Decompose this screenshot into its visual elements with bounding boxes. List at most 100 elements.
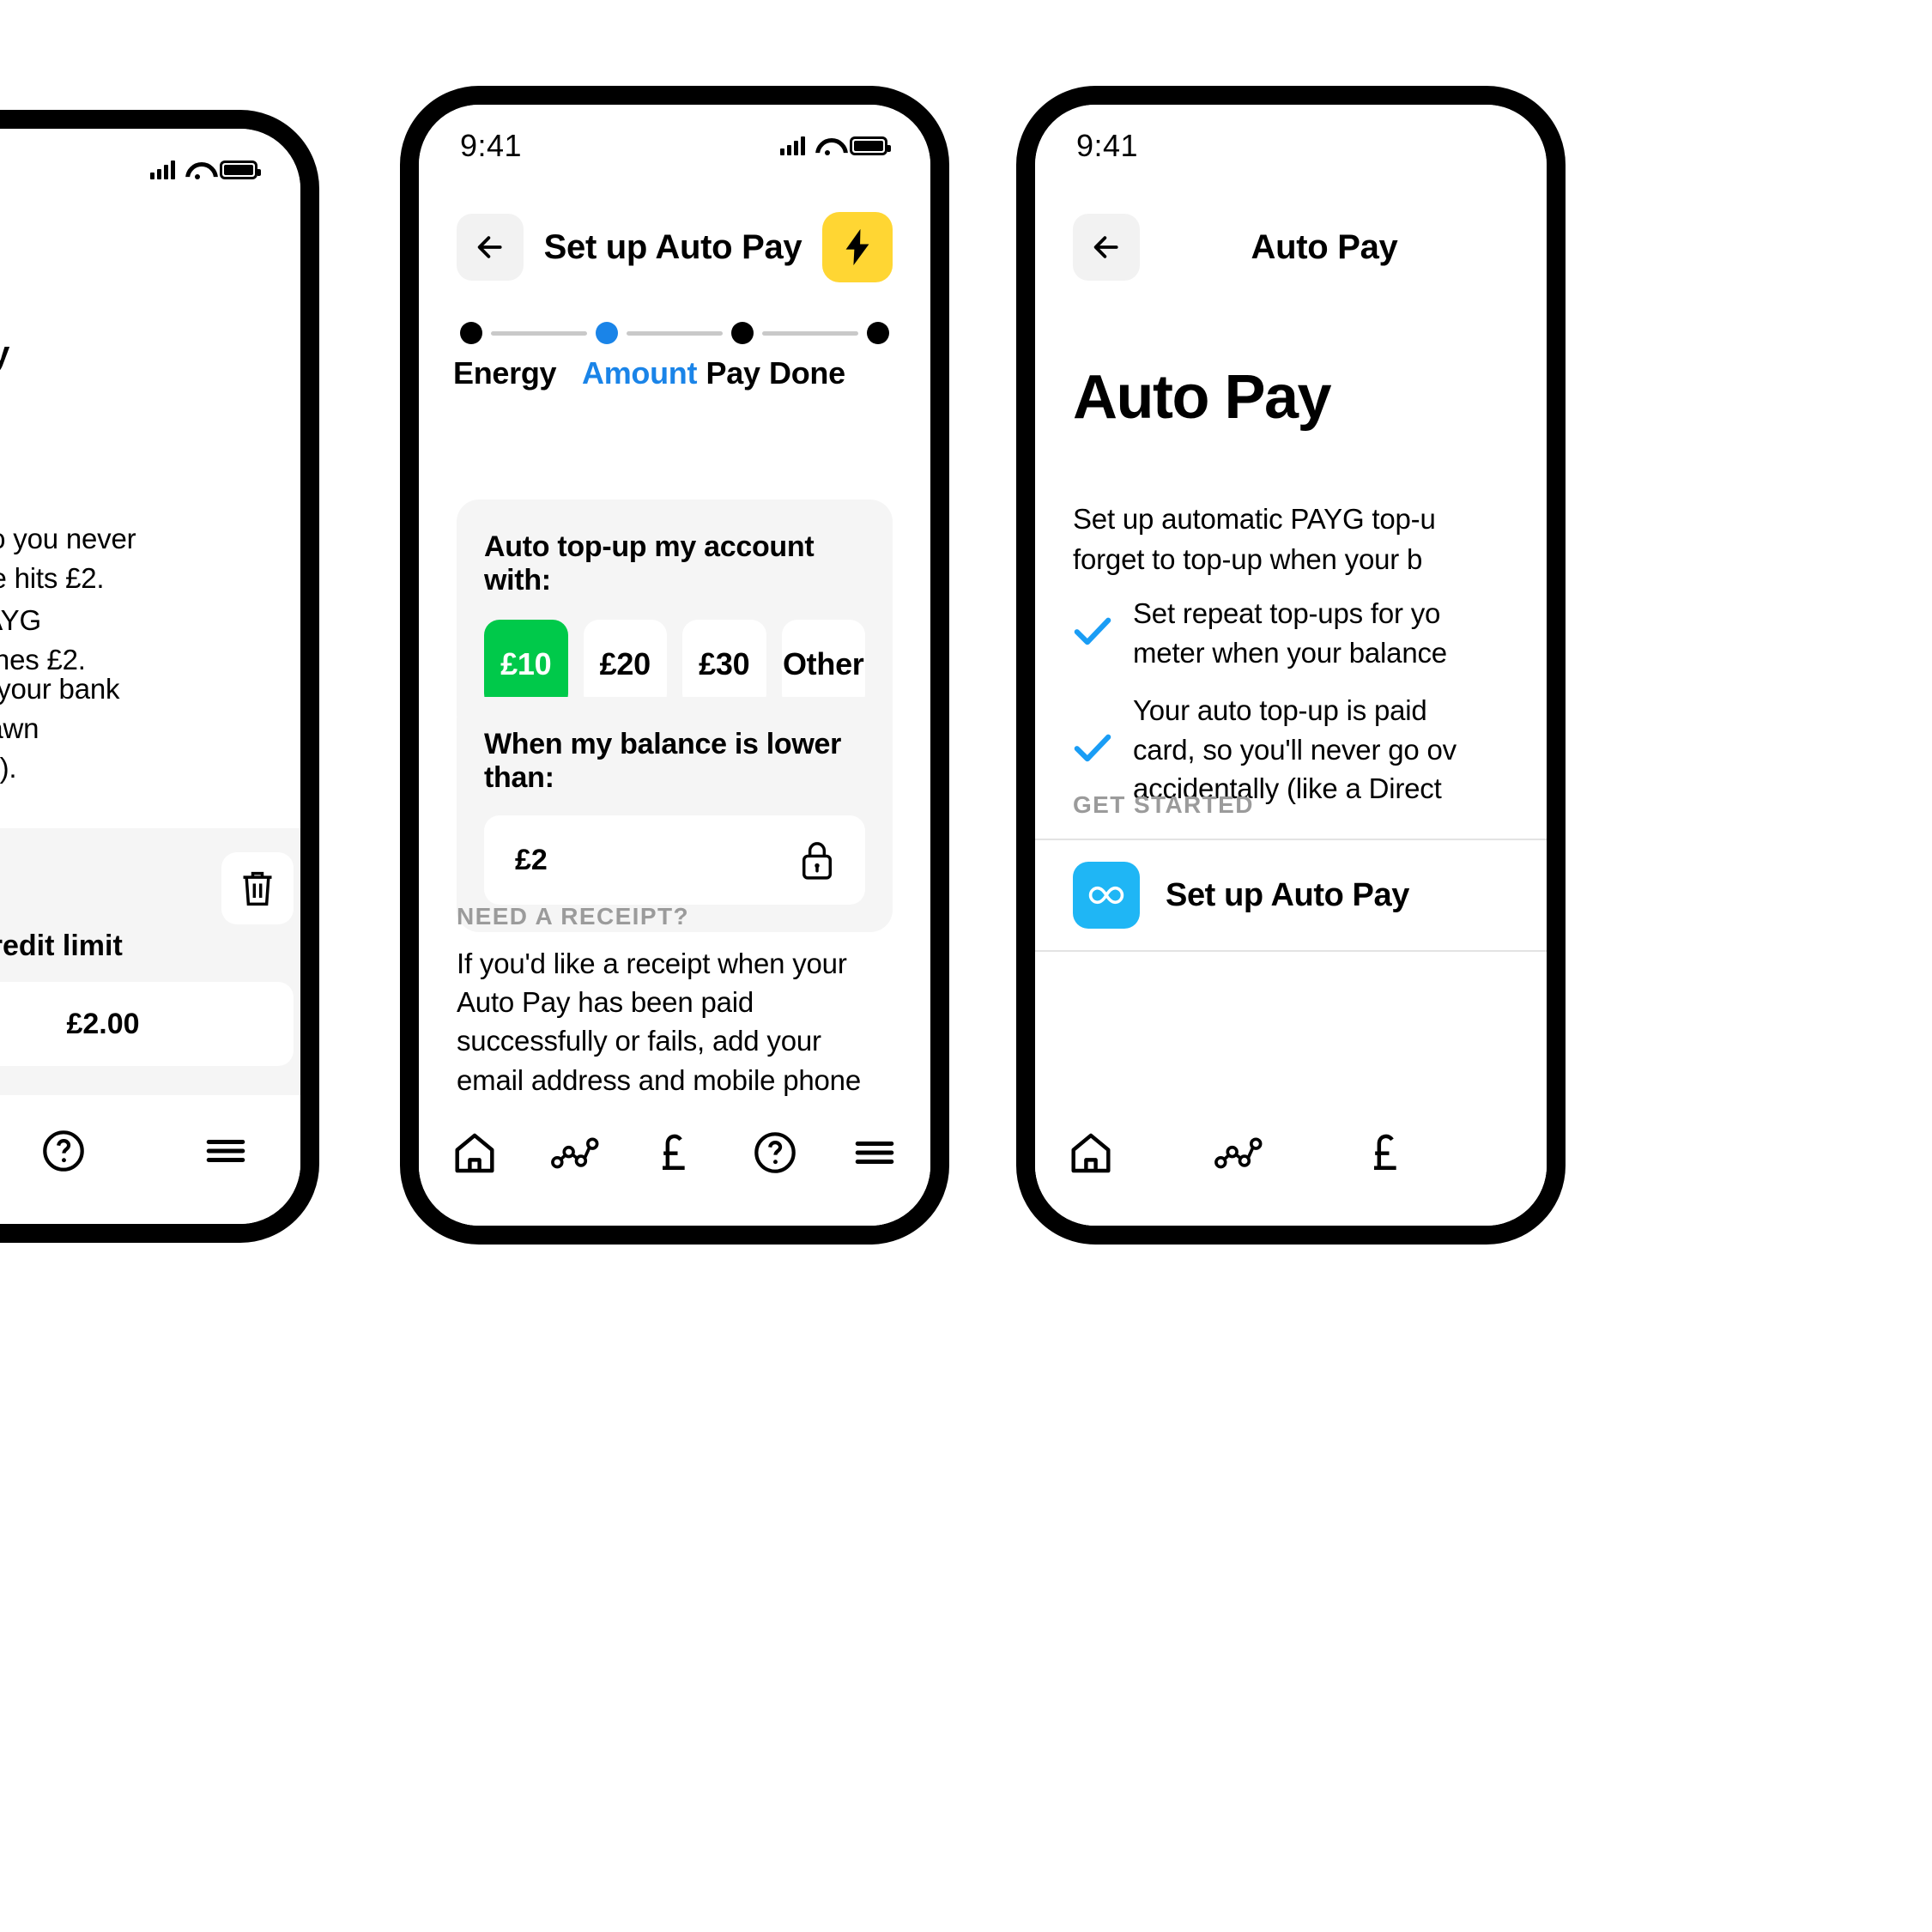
mid-screen: 9:41 Set up Auto Pay Energy Amount Pay D… [419, 105, 930, 1226]
amount-option-10[interactable]: £10 [484, 620, 568, 709]
stepper-line [762, 330, 858, 336]
step-label-pay: Pay [706, 355, 760, 391]
pound-icon [1374, 1134, 1396, 1170]
credit-limit-label: Credit limit [0, 930, 123, 962]
status-time: 9:41 [1076, 128, 1139, 163]
back-arrow-icon [477, 236, 502, 258]
stepper-track [460, 319, 889, 347]
hamburger-menu-icon [206, 1140, 245, 1162]
status-icons [150, 160, 261, 179]
lock-icon [802, 842, 832, 880]
line-graph-icon [550, 1137, 598, 1169]
amount-option-other[interactable]: Other [781, 620, 865, 709]
topup-panel-title: Auto top-up my account with: [484, 530, 815, 597]
mid-status-bar: 9:41 [419, 105, 930, 187]
step-label-amount: Amount [582, 355, 698, 391]
phone-middle: 9:41 Set up Auto Pay Energy Amount Pay D… [400, 86, 949, 1245]
list-item: Set repeat top-ups for yo meter when your… [1073, 594, 1547, 672]
benefit-text-1: Set repeat top-ups for yo meter when your… [1133, 597, 1447, 669]
left-status-bar [0, 129, 300, 211]
list-item-label: Set up Auto Pay [1166, 876, 1409, 913]
threshold-panel: When my balance is lower than: £2 [457, 697, 893, 932]
threshold-panel-title: When my balance is lower than: [484, 728, 842, 794]
mid-tab-bar [419, 1097, 930, 1226]
amount-option-30[interactable]: £30 [682, 620, 766, 709]
trash-icon [243, 871, 272, 906]
status-time: 9:41 [460, 128, 523, 163]
amount-options: £10 £20 £30 Other [484, 620, 865, 709]
tab-payments[interactable] [1360, 1126, 1413, 1179]
screenshot-stage: Auto Pay c PAYG top-ups so you never whe… [0, 0, 1932, 1932]
mid-nav-bar: Set up Auto Pay [419, 187, 930, 307]
step-label-done: Done [769, 355, 845, 391]
lightning-action-button[interactable] [822, 212, 893, 282]
back-button[interactable] [1073, 214, 1140, 281]
delete-button[interactable] [221, 852, 294, 924]
right-heading: Auto Pay [1073, 363, 1332, 432]
tab-help[interactable] [37, 1124, 90, 1178]
left-screen: Auto Pay c PAYG top-ups so you never whe… [0, 129, 300, 1224]
receipt-eyebrow: NEED A RECEIPT? [457, 903, 689, 930]
phone-right: 9:41 Auto Pay Auto Pay Set up automatic … [1016, 86, 1566, 1245]
pound-icon [663, 1134, 685, 1170]
infinity-icon [1073, 862, 1140, 929]
right-status-bar: 9:41 [1035, 105, 1547, 187]
hamburger-menu-icon [855, 1142, 894, 1164]
battery-icon [220, 160, 261, 179]
tab-home[interactable] [448, 1126, 501, 1179]
status-icons [780, 136, 891, 155]
page-title: Set up Auto Pay [543, 227, 802, 266]
left-credit-limit-card: Credit limit £2.00 [0, 828, 300, 1095]
home-icon [455, 1133, 494, 1173]
left-tab-bar [0, 1095, 300, 1224]
left-delete-row [0, 852, 294, 924]
phone-left: Auto Pay c PAYG top-ups so you never whe… [0, 110, 319, 1243]
cellular-signal-icon [150, 160, 175, 179]
tab-usage[interactable] [1212, 1126, 1265, 1179]
tab-payments[interactable] [648, 1126, 701, 1179]
check-icon [1073, 730, 1112, 769]
stepper-line [627, 330, 723, 336]
wifi-icon [185, 160, 209, 179]
get-started-label: GET STARTED [1073, 791, 1254, 818]
step-dot-pay[interactable] [731, 322, 754, 344]
line-graph-icon [1214, 1137, 1263, 1169]
lightning-bolt-icon [845, 228, 869, 266]
page-title: Auto Pay [1251, 227, 1398, 266]
wifi-icon [815, 136, 839, 155]
stepper-labels: Energy Amount Pay Done [453, 355, 889, 391]
left-paragraph-2: op-ups for your PAYG your balance reache… [0, 604, 86, 676]
home-icon [1071, 1133, 1111, 1173]
battery-icon [850, 136, 891, 155]
credit-limit-value[interactable]: £2.00 [0, 982, 294, 1066]
stepper-line [491, 330, 587, 336]
back-arrow-icon [1093, 236, 1118, 258]
back-button[interactable] [457, 214, 524, 281]
right-nav-bar: Auto Pay [1035, 187, 1547, 307]
tab-menu[interactable] [199, 1124, 252, 1178]
left-paragraph-3: op-up is paid with your bankll never go … [0, 673, 120, 784]
tab-usage[interactable] [548, 1126, 602, 1179]
credit-limit-row: £2.00 [0, 982, 294, 1066]
threshold-value-field[interactable]: £2 [484, 815, 865, 905]
list-item-set-up-auto-pay[interactable]: Set up Auto Pay [1035, 839, 1547, 952]
right-tab-bar [1035, 1097, 1547, 1226]
question-circle-icon [754, 1132, 796, 1173]
setup-stepper: Energy Amount Pay Done [419, 319, 930, 391]
cellular-signal-icon [780, 136, 805, 155]
tab-help[interactable] [748, 1126, 802, 1179]
tab-menu[interactable] [848, 1126, 901, 1179]
step-dot-amount[interactable] [596, 322, 618, 344]
step-dot-done[interactable] [867, 322, 889, 344]
right-screen: 9:41 Auto Pay Auto Pay Set up automatic … [1035, 105, 1547, 1226]
amount-option-20[interactable]: £20 [583, 620, 667, 709]
left-paragraph-1: c PAYG top-ups so you never when your ba… [0, 523, 136, 595]
step-dot-energy[interactable] [460, 322, 482, 344]
question-circle-icon [43, 1130, 84, 1172]
left-nav-title: Auto Pay [0, 335, 9, 373]
tab-home[interactable] [1064, 1126, 1117, 1179]
right-intro: Set up automatic PAYG top-u forget to top… [1073, 503, 1436, 575]
check-icon [1073, 614, 1112, 652]
step-label-energy: Energy [453, 355, 557, 391]
threshold-value: £2 [515, 843, 548, 876]
